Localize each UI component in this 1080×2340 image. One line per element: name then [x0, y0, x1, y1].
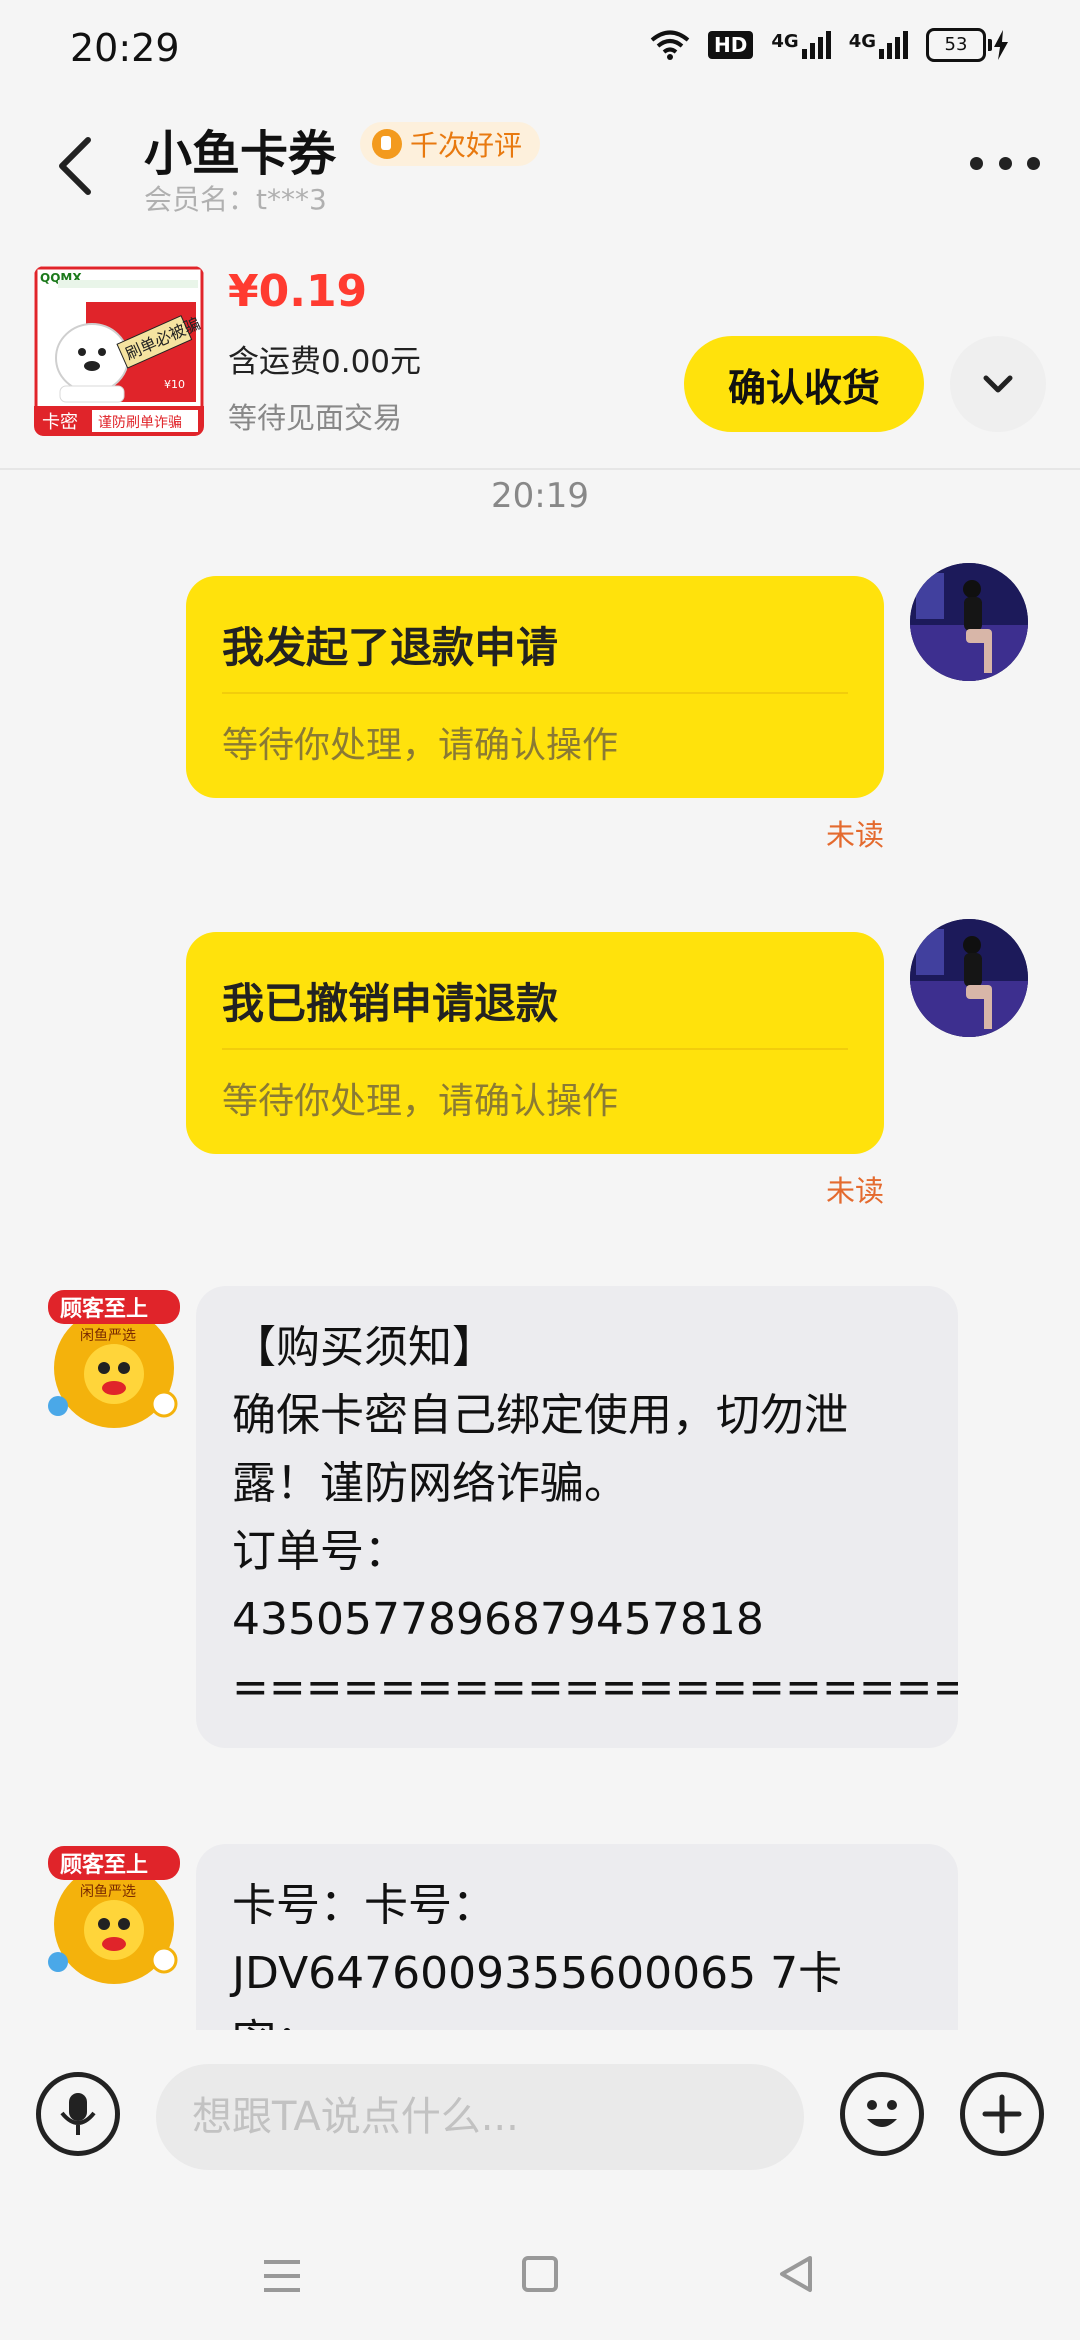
badge-icon	[372, 129, 402, 159]
refund-request-card[interactable]: 我发起了退款申请 等待你处理，请确认操作	[186, 576, 884, 798]
home-icon[interactable]	[522, 2256, 558, 2292]
chat-header: 小鱼卡券 千次好评 会员名：t***3	[0, 100, 1080, 240]
battery-level: 53	[926, 28, 986, 62]
trade-status: 等待见面交易	[228, 401, 403, 435]
signal-icon: 4G	[771, 31, 831, 59]
more-options-button[interactable]	[970, 148, 1040, 178]
card-divider	[222, 692, 848, 694]
status-bar: 20:29 HD 4G 4G 53	[0, 0, 1080, 100]
card-title: 我发起了退款申请	[222, 623, 559, 672]
shipping-fee: 含运费0.00元	[228, 344, 422, 380]
dot-icon	[1027, 156, 1040, 170]
voice-button[interactable]	[36, 2072, 120, 2156]
message-input[interactable]	[156, 2064, 804, 2170]
thumbnail-tag: 卡密	[42, 412, 78, 433]
hd-badge: HD	[708, 31, 754, 59]
thumbnail-caption: 谨防刷单诈骗	[98, 415, 182, 431]
shop-avatar-bottom-text: 闲鱼严选	[80, 1327, 136, 1344]
expand-button[interactable]	[950, 336, 1046, 432]
svg-text:¥10: ¥10	[164, 378, 185, 391]
wifi-icon	[650, 30, 690, 60]
chevron-down-icon	[983, 375, 1013, 393]
card-subtitle: 等待你处理，请确认操作	[222, 725, 619, 766]
system-nav-bar	[0, 2206, 1080, 2340]
network-label: 4G	[848, 31, 876, 52]
plus-icon	[982, 2094, 1022, 2134]
avatar[interactable]	[910, 563, 1028, 681]
emoji-icon	[867, 2100, 897, 2127]
charging-icon	[994, 30, 1008, 60]
dot-icon	[998, 156, 1012, 170]
microphone-icon	[60, 2093, 96, 2135]
user-avatar-image	[910, 563, 1028, 681]
input-bar	[0, 2030, 1080, 2206]
shop-avatar[interactable]: 顾客至上 闲鱼严选	[40, 1842, 188, 1990]
shop-avatar-top-text: 顾客至上	[60, 1852, 148, 1878]
avatar[interactable]	[910, 919, 1028, 1037]
card-divider	[222, 1048, 848, 1050]
shop-avatar-image: 顾客至上 闲鱼严选	[48, 1290, 180, 1428]
status-time: 20:29	[70, 26, 180, 70]
shop-avatar-bottom-text: 闲鱼严选	[80, 1883, 136, 1900]
card-info-bubble[interactable]: 卡号：卡号： JDV6476009355600065 7卡密：	[196, 1844, 958, 2034]
back-button[interactable]	[48, 126, 108, 206]
member-name: 会员名：t***3	[144, 183, 327, 216]
battery-icon: 53	[926, 28, 1010, 62]
more-actions-button[interactable]	[960, 2072, 1044, 2156]
dot-icon	[970, 156, 983, 170]
back-triangle-icon[interactable]	[776, 2254, 816, 2294]
card-subtitle: 等待你处理，请确认操作	[222, 1081, 619, 1122]
rating-badge[interactable]: 千次好评	[360, 122, 541, 166]
read-status: 未读	[825, 818, 884, 852]
read-status: 未读	[825, 1174, 884, 1208]
chat-timestamp: 20:19	[491, 476, 589, 516]
product-bar: QQMX 刷单必被骗 ¥10 卡密 谨防刷单诈骗 ¥0.19 含运费0.00元 …	[0, 240, 1080, 470]
shop-avatar-top-text: 顾客至上	[60, 1296, 148, 1322]
refund-cancel-card[interactable]: 我已撤销申请退款 等待你处理，请确认操作	[186, 932, 884, 1154]
menu-icon[interactable]	[262, 2258, 302, 2294]
product-thumbnail[interactable]: QQMX 刷单必被骗 ¥10 卡密 谨防刷单诈骗	[34, 266, 204, 436]
status-icons: HD 4G 4G 53	[650, 28, 1010, 62]
card-title: 我已撤销申请退款	[222, 979, 559, 1028]
rating-badge-label: 千次好评	[410, 129, 523, 162]
product-price: ¥0.19	[228, 266, 368, 317]
shop-avatar[interactable]: 顾客至上 闲鱼严选	[40, 1286, 188, 1434]
product-image: QQMX 刷单必被骗 ¥10 卡密 谨防刷单诈骗	[34, 266, 204, 436]
chevron-left-icon	[59, 137, 91, 195]
confirm-receipt-button[interactable]: 确认收货	[684, 336, 924, 432]
shop-name[interactable]: 小鱼卡券	[144, 114, 336, 184]
network-label: 4G	[771, 31, 799, 52]
user-avatar-image	[910, 919, 1028, 1037]
purchase-notice-bubble[interactable]: 【购买须知】 确保卡密自己绑定使用，切勿泄露！谨防网络诈骗。 订单号： 4350…	[196, 1286, 958, 1748]
shop-avatar-image: 顾客至上 闲鱼严选	[48, 1846, 180, 1984]
signal-icon: 4G	[849, 31, 908, 59]
emoji-button[interactable]	[840, 2072, 924, 2156]
